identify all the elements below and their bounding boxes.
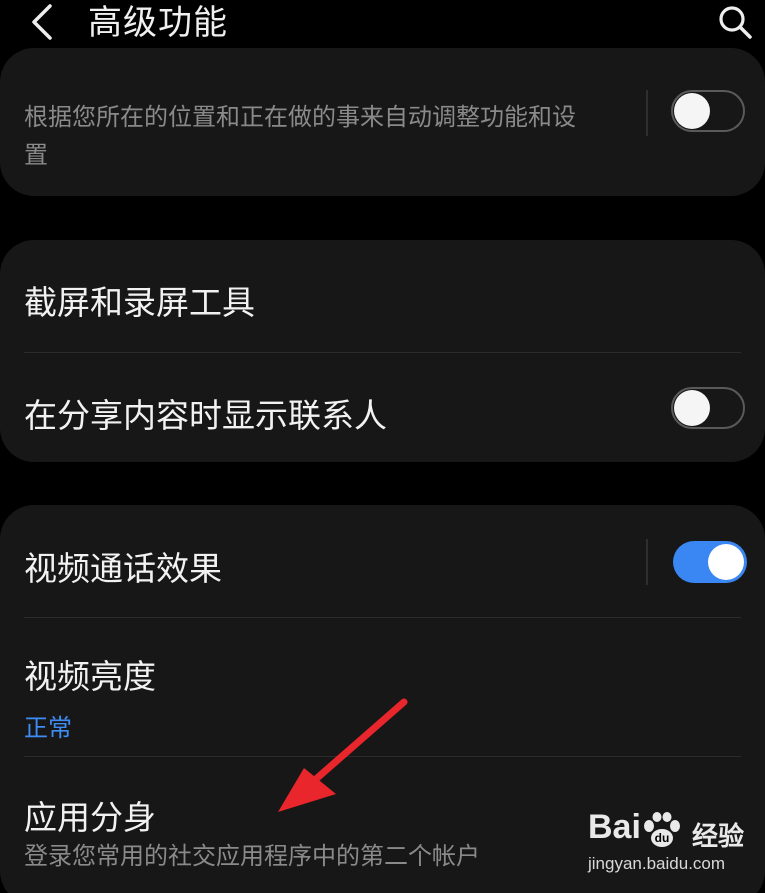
baidu-watermark: Bai du 经验 jingyan.baidu.com [588,808,758,878]
setting-row-screenshot-tools[interactable]: 截屏和录屏工具 [0,240,765,352]
toggle-knob [708,544,744,580]
setting-subtitle: 登录您常用的社交应用程序中的第二个帐户 [24,842,480,870]
svg-text:du: du [655,831,670,845]
setting-label: 视频通话效果 [24,549,222,588]
setting-label: 在分享内容时显示联系人 [24,396,387,435]
row-divider-vertical [646,90,648,136]
chevron-left-icon [32,4,52,40]
back-button[interactable] [22,2,62,42]
search-icon [719,6,752,39]
toggle-knob [674,390,710,426]
setting-row-video-call-effects[interactable]: 视频通话效果 [0,505,765,617]
settings-card-context-aware: 根据您所在的位置和正在做的事来自动调整功能和设 置 [0,48,765,196]
setting-label: 截屏和录屏工具 [24,283,255,322]
setting-value: 正常 [24,714,72,742]
setting-subtitle-line-1: 根据您所在的位置和正在做的事来自动调整功能和设 [24,103,576,131]
share-contacts-toggle[interactable] [671,387,745,429]
toggle-knob [674,93,710,129]
watermark-jingyan: 经验 [692,822,745,852]
setting-row-auto-adjust[interactable]: 根据您所在的位置和正在做的事来自动调整功能和设 置 [0,48,765,196]
watermark-url: jingyan.baidu.com [588,854,726,873]
paw-icon: du [644,812,680,847]
row-divider-vertical [646,539,648,585]
watermark-brand: Bai [588,808,641,846]
search-button[interactable] [715,2,755,42]
settings-card-screenshot: 截屏和录屏工具 在分享内容时显示联系人 [0,240,765,462]
auto-adjust-toggle[interactable] [671,90,745,132]
page-title: 高级功能 [88,3,228,43]
red-arrow-annotation [278,698,408,812]
advanced-features-screen: 高级功能 根据您所在的位置和正在做的事来自动调整功能和设 置 截屏和录屏工具 在… [0,0,765,893]
video-call-effects-toggle[interactable] [673,541,747,583]
setting-row-share-contacts[interactable]: 在分享内容时显示联系人 [0,353,765,462]
setting-label: 视频亮度 [24,657,156,696]
setting-subtitle-line-2: 置 [24,141,48,169]
setting-label: 应用分身 [24,798,156,837]
